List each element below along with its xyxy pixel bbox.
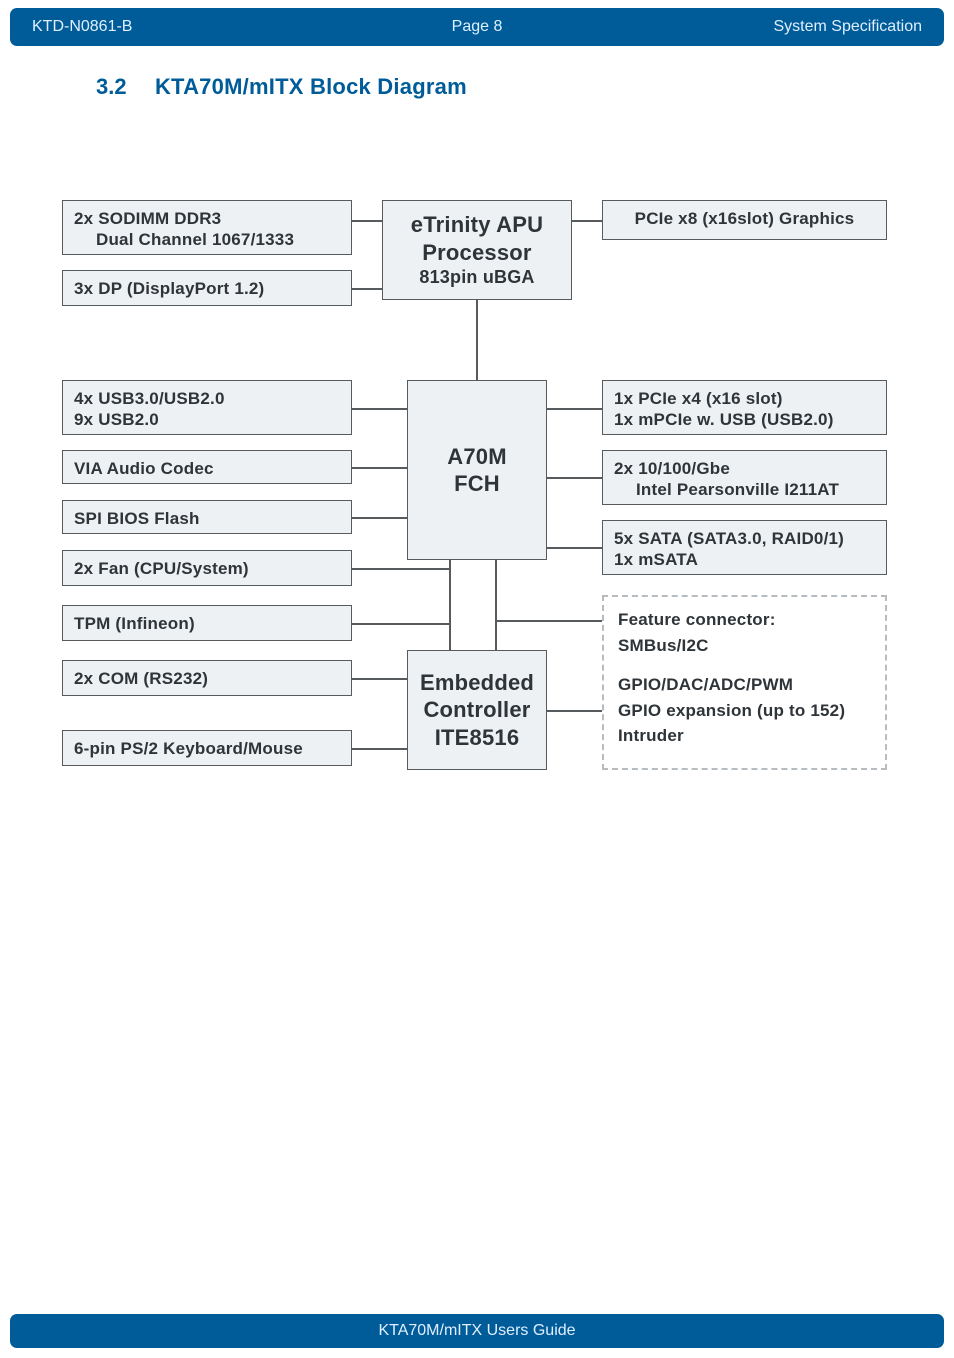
section-heading: 3.2 KTA70M/mITX Block Diagram bbox=[96, 74, 914, 100]
spi-block: SPI BIOS Flash bbox=[62, 500, 352, 534]
pcie-gfx-block: PCIe x8 (x16slot) Graphics bbox=[602, 200, 887, 240]
feat-spacer bbox=[618, 658, 871, 672]
sodimm-line2: Dual Channel 1067/1333 bbox=[74, 229, 340, 250]
page-header-bar: KTD-N0861-B Page 8 System Specification bbox=[10, 8, 944, 46]
page-number: Page 8 bbox=[452, 18, 503, 36]
usb-block: 4x USB3.0/USB2.0 9x USB2.0 bbox=[62, 380, 352, 435]
connector-line bbox=[352, 288, 382, 290]
connector-line bbox=[352, 517, 407, 519]
tpm-block: TPM (Infineon) bbox=[62, 605, 352, 641]
fan-block: 2x Fan (CPU/System) bbox=[62, 550, 352, 586]
feat-line5: GPIO expansion (up to 152) bbox=[618, 698, 871, 724]
connector-line bbox=[449, 560, 451, 650]
connector-line bbox=[495, 620, 602, 622]
pcie-line2: 1x mPCIe w. USB (USB2.0) bbox=[614, 409, 875, 430]
connector-line bbox=[547, 408, 602, 410]
connector-line bbox=[352, 623, 449, 625]
lan-line1: 2x 10/100/Gbe bbox=[614, 458, 875, 479]
fch-line2: FCH bbox=[454, 470, 500, 498]
pcie-block: 1x PCIe x4 (x16 slot) 1x mPCIe w. USB (U… bbox=[602, 380, 887, 435]
connector-line bbox=[547, 477, 602, 479]
sata-line2: 1x mSATA bbox=[614, 549, 875, 570]
connector-line bbox=[476, 300, 478, 380]
ec-line2: Controller bbox=[423, 696, 530, 724]
feat-line4: GPIO/DAC/ADC/PWM bbox=[618, 672, 871, 698]
connector-line bbox=[547, 547, 602, 549]
footer-title: KTA70M/mITX Users Guide bbox=[378, 1322, 575, 1340]
section-title: KTA70M/mITX Block Diagram bbox=[155, 74, 467, 99]
feat-line6: Intruder bbox=[618, 723, 871, 749]
connector-line bbox=[572, 220, 602, 222]
page-footer-bar: KTA70M/mITX Users Guide bbox=[10, 1314, 944, 1348]
sodimm-block: 2x SODIMM DDR3 Dual Channel 1067/1333 bbox=[62, 200, 352, 255]
block-diagram: eTrinity APU Processor 813pin uBGA 2x SO… bbox=[62, 200, 892, 840]
connector-line bbox=[352, 678, 407, 680]
audio-block: VIA Audio Codec bbox=[62, 450, 352, 484]
apu-block: eTrinity APU Processor 813pin uBGA bbox=[382, 200, 572, 300]
feat-line2: SMBus/I2C bbox=[618, 633, 871, 659]
ec-line1: Embedded bbox=[420, 669, 534, 697]
apu-line3: 813pin uBGA bbox=[419, 266, 534, 289]
usb-line2: 9x USB2.0 bbox=[74, 409, 340, 430]
sodimm-line1: 2x SODIMM DDR3 bbox=[74, 208, 340, 229]
section-number: 3.2 bbox=[96, 74, 127, 99]
connector-line bbox=[352, 408, 407, 410]
connector-line bbox=[352, 568, 449, 570]
connector-line bbox=[352, 220, 382, 222]
section-label: System Specification bbox=[502, 18, 922, 36]
doc-code: KTD-N0861-B bbox=[32, 18, 452, 36]
ec-block: Embedded Controller ITE8516 bbox=[407, 650, 547, 770]
dp-block: 3x DP (DisplayPort 1.2) bbox=[62, 270, 352, 306]
ps2-block: 6-pin PS/2 Keyboard/Mouse bbox=[62, 730, 352, 766]
fch-block: A70M FCH bbox=[407, 380, 547, 560]
usb-line1: 4x USB3.0/USB2.0 bbox=[74, 388, 340, 409]
sata-block: 5x SATA (SATA3.0, RAID0/1) 1x mSATA bbox=[602, 520, 887, 575]
feat-line1: Feature connector: bbox=[618, 607, 871, 633]
sata-line1: 5x SATA (SATA3.0, RAID0/1) bbox=[614, 528, 875, 549]
fch-line1: A70M bbox=[447, 443, 507, 471]
lan-block: 2x 10/100/Gbe Intel Pearsonville I211AT bbox=[602, 450, 887, 505]
connector-line bbox=[495, 560, 497, 650]
ec-line3: ITE8516 bbox=[435, 724, 520, 752]
feature-block: Feature connector: SMBus/I2C GPIO/DAC/AD… bbox=[602, 595, 887, 770]
connector-line bbox=[547, 710, 602, 712]
com-block: 2x COM (RS232) bbox=[62, 660, 352, 696]
connector-line bbox=[352, 467, 407, 469]
lan-line2: Intel Pearsonville I211AT bbox=[614, 479, 875, 500]
connector-line bbox=[352, 748, 407, 750]
apu-line2: Processor bbox=[422, 239, 531, 267]
pcie-line1: 1x PCIe x4 (x16 slot) bbox=[614, 388, 875, 409]
apu-line1: eTrinity APU bbox=[411, 211, 543, 239]
